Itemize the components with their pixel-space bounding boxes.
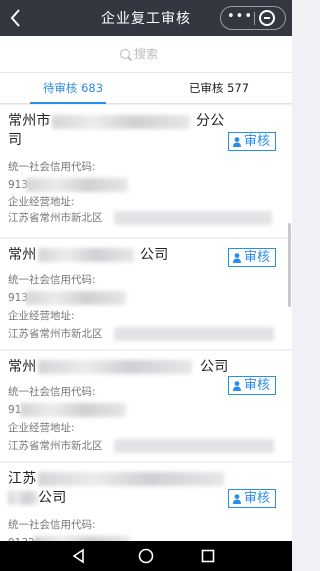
tab-bar: 待审核 683 已审核 577: [0, 72, 292, 104]
scroll-indicator[interactable]: [288, 223, 291, 307]
audit-label: 审核: [244, 378, 271, 393]
close-icon[interactable]: [259, 10, 275, 26]
search-bar: 搜索: [0, 36, 292, 72]
company-name-line2: 司: [8, 132, 23, 148]
credit-code-label: 统一社会信用代码:: [8, 386, 96, 398]
company-name-start: 常州: [8, 359, 37, 375]
credit-code-label: 统一社会信用代码:: [8, 274, 96, 286]
list-item[interactable]: 常州 公司 审核 统一社会信用代码: 913 企业经营地址: 江苏省常州市新北区: [0, 239, 292, 349]
redacted-credit-code: [20, 403, 126, 417]
redacted-address: [114, 211, 272, 225]
search-placeholder: 搜索: [134, 47, 159, 61]
audit-label: 审核: [244, 134, 271, 149]
redacted-address: [114, 439, 274, 453]
audit-button[interactable]: 审核: [228, 248, 276, 267]
redacted-address: [114, 327, 274, 341]
company-name-end: 分公: [196, 113, 225, 129]
list-item[interactable]: 常州市 分公 司 审核 统一社会信用代码: 913 企业经营地址: 江苏省常州市…: [0, 105, 292, 237]
recents-square-icon[interactable]: [199, 547, 217, 565]
address-value: 江苏省常州市新北区: [8, 212, 103, 224]
redacted-name: [38, 472, 224, 486]
company-name-start: 常州: [8, 247, 37, 263]
audit-label: 审核: [244, 491, 271, 506]
search-input[interactable]: 搜索: [120, 45, 158, 63]
company-name-end: 公司: [200, 359, 229, 375]
company-name-end: 公司: [140, 247, 169, 263]
system-nav-bar: [0, 541, 292, 571]
redacted-credit-code: [26, 291, 126, 305]
redacted-name: [38, 360, 192, 374]
audit-button[interactable]: 审核: [228, 132, 276, 151]
mini-program-capsule: •••: [220, 6, 286, 30]
person-icon: [233, 253, 241, 263]
back-triangle-icon[interactable]: [70, 547, 88, 565]
company-name-start: 常州市: [8, 113, 51, 129]
title-bar: 企业复工审核 •••: [0, 0, 292, 36]
redacted-credit-code: [26, 178, 128, 192]
search-icon: [120, 49, 130, 59]
tab-reviewed[interactable]: 已审核 577: [146, 73, 292, 104]
credit-code-label: 统一社会信用代码:: [8, 519, 96, 531]
credit-code-label: 统一社会信用代码:: [8, 161, 96, 173]
address-label: 企业经营地址:: [8, 196, 75, 208]
company-name-line2: 公司: [38, 490, 67, 506]
list-item[interactable]: 常州 公司 审核 统一社会信用代码: 91 企业经营地址: 江苏省常州市新北区: [0, 351, 292, 461]
address-value: 江苏省常州市新北区: [8, 328, 103, 340]
redacted-name: [38, 248, 134, 262]
company-name-start: 江苏: [8, 471, 37, 487]
person-icon: [233, 381, 241, 391]
list-item[interactable]: 江苏 公司 审核 统一社会信用代码: 91320: [0, 463, 292, 541]
audit-button[interactable]: 审核: [228, 489, 276, 508]
home-circle-icon[interactable]: [137, 547, 155, 565]
person-icon: [233, 494, 241, 504]
person-icon: [233, 137, 241, 147]
address-value: 江苏省常州市新北区: [8, 440, 103, 452]
more-button[interactable]: •••: [227, 7, 252, 29]
company-list[interactable]: 常州市 分公 司 审核 统一社会信用代码: 913 企业经营地址: 江苏省常州市…: [0, 105, 292, 541]
tab-pending[interactable]: 待审核 683: [0, 73, 146, 104]
redacted-name: [52, 115, 190, 129]
address-label: 企业经营地址:: [8, 422, 75, 434]
redacted-name: [8, 491, 38, 505]
audit-label: 审核: [244, 250, 271, 265]
audit-button[interactable]: 审核: [228, 376, 276, 395]
capsule-divider: [254, 12, 255, 25]
address-label: 企业经营地址:: [8, 310, 75, 322]
